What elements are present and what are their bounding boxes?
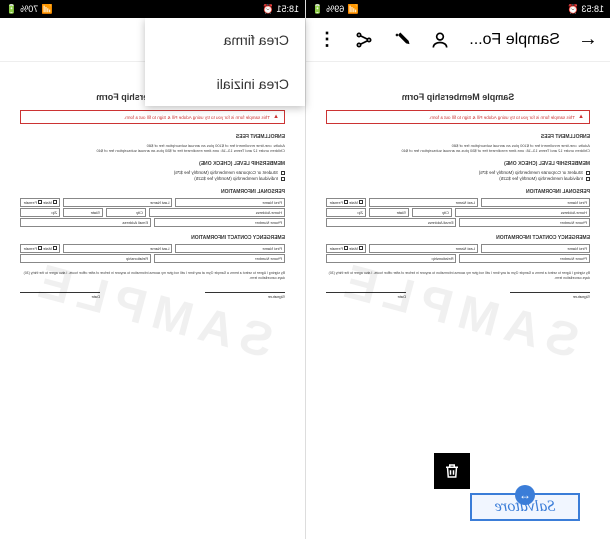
right-panel: 18:51 ⏰ 📶 70% 🔋 ← Sample Fo... Crea firm…	[0, 0, 305, 539]
date-line[interactable]: Date	[20, 292, 100, 299]
menu-create-initials[interactable]: Crea iniziali	[145, 62, 305, 106]
field-zip[interactable]: Zip	[326, 208, 366, 217]
move-handle-icon[interactable]: ↔	[515, 485, 535, 505]
field-state[interactable]: State	[369, 208, 409, 217]
more-icon[interactable]: ⋮	[318, 29, 336, 50]
level-title: MEMBERSHIP LEVEL (CHECK ONE)	[326, 161, 590, 167]
field-zip[interactable]: Zip	[20, 208, 60, 217]
field-elast[interactable]: Last Name	[369, 244, 478, 253]
delete-signature-button[interactable]	[434, 453, 470, 489]
field-ephone[interactable]: Phone Number	[154, 254, 285, 263]
app-title: Sample Fo...	[468, 31, 560, 49]
level-title: MEMBERSHIP LEVEL (CHECK ONE)	[20, 161, 285, 167]
document-viewport[interactable]: SAMPLE Sample Membership Form ▲ This sam…	[0, 62, 305, 539]
personal-title: PERSONAL INFORMATION	[326, 189, 590, 195]
fees-title: ENROLLMENT FEES	[326, 134, 590, 140]
field-last[interactable]: Last Name	[369, 198, 478, 207]
opt2: Individual membership (Monthly fee $125)	[499, 176, 583, 181]
document-page: SAMPLE Sample Membership Form ▲ This sam…	[20, 92, 285, 529]
warning-icon: ▲	[578, 114, 584, 120]
opt1: Student or Corporate membership (Monthly…	[479, 170, 583, 175]
emergency-title: EMERGENCY CONTACT INFORMATION	[326, 235, 590, 241]
field-efirst[interactable]: First Name	[176, 244, 286, 253]
field-egender[interactable]: Male Female	[326, 244, 366, 253]
battery-icon: 🔋	[312, 4, 323, 15]
opt2: Individual membership (Monthly fee $125)	[194, 176, 278, 181]
field-elast[interactable]: Last Name	[63, 244, 173, 253]
battery-icon: 🔋	[6, 4, 17, 15]
warning-icon: ▲	[273, 114, 279, 120]
date-line[interactable]: Date	[326, 292, 406, 299]
alert-text: This sample form is for you to try using…	[124, 115, 270, 120]
field-ephone[interactable]: Phone Number	[460, 254, 591, 263]
field-city[interactable]: City	[106, 208, 146, 217]
field-first[interactable]: First Name	[481, 198, 590, 207]
field-efirst[interactable]: First Name	[481, 244, 590, 253]
profile-icon[interactable]	[430, 30, 450, 50]
field-address[interactable]: Home Address	[149, 208, 285, 217]
field-first[interactable]: First Name	[176, 198, 286, 207]
fees-title: ENROLLMENT FEES	[20, 134, 285, 140]
field-relationship[interactable]: Relationship	[326, 254, 457, 263]
alert-text: This sample form is for you to try using…	[429, 115, 575, 120]
status-time: 18:53	[581, 4, 604, 14]
status-time: 18:51	[276, 4, 299, 14]
checkbox[interactable]	[281, 171, 285, 175]
status-bar: 18:53 ⏰ 📶 69% 🔋	[306, 0, 610, 18]
doc-title: Sample Membership Form	[326, 92, 590, 102]
signature-dropdown-menu: Crea firma Crea iniziali	[145, 18, 305, 106]
agreement-text: By signing I Agree to select a terms a S…	[20, 271, 285, 280]
field-egender[interactable]: Male Female	[20, 244, 60, 253]
field-state[interactable]: State	[63, 208, 103, 217]
field-phone[interactable]: Phone Number	[154, 218, 285, 227]
battery-text: 69%	[326, 4, 344, 14]
wifi-icon: 📶	[41, 4, 52, 15]
emergency-title: EMERGENCY CONTACT INFORMATION	[20, 235, 285, 241]
trash-icon	[443, 462, 461, 480]
checkbox[interactable]	[281, 177, 285, 181]
field-gender[interactable]: Male Female	[20, 198, 60, 207]
status-bar: 18:51 ⏰ 📶 70% 🔋	[0, 0, 305, 18]
field-gender[interactable]: Male Female	[326, 198, 366, 207]
signature-annotation[interactable]: ↔ Salvatore	[470, 493, 580, 521]
field-address[interactable]: Home Address	[455, 208, 590, 217]
left-panel: 18:53 ⏰ 📶 69% 🔋 ← Sample Fo... ⋮ SAMPLE …	[305, 0, 610, 539]
document-viewport[interactable]: SAMPLE Sample Membership Form ▲ This sam…	[306, 62, 610, 539]
field-phone[interactable]: Phone Number	[460, 218, 591, 227]
opt1: Student or Corporate membership (Monthly…	[174, 170, 278, 175]
checkbox[interactable]	[586, 171, 590, 175]
checkbox[interactable]	[586, 177, 590, 181]
menu-create-signature[interactable]: Crea firma	[145, 18, 305, 62]
field-email2[interactable]: Email Address	[326, 218, 457, 227]
pen-sign-icon[interactable]	[392, 30, 412, 50]
share-icon[interactable]	[354, 30, 374, 50]
wifi-icon: 📶	[347, 4, 358, 15]
back-icon[interactable]: ←	[578, 28, 598, 51]
alarm-icon: ⏰	[567, 4, 578, 15]
signature-line[interactable]: Signature	[510, 292, 590, 299]
agreement-text: By signing I Agree to select a terms a S…	[326, 271, 590, 280]
field-city[interactable]: City	[412, 208, 452, 217]
alert-box: ▲ This sample form is for you to try usi…	[326, 110, 590, 124]
alert-box: ▲ This sample form is for you to try usi…	[20, 110, 285, 124]
app-bar: ← Sample Fo... ⋮	[306, 18, 610, 62]
signature-line[interactable]: Signature	[205, 292, 285, 299]
watermark: SAMPLE	[331, 252, 585, 369]
personal-title: PERSONAL INFORMATION	[20, 189, 285, 195]
watermark: SAMPLE	[26, 252, 280, 369]
fees-text2: Children under 12 and Teens 13–18: one-t…	[326, 148, 590, 153]
field-relationship[interactable]: Relationship	[20, 254, 151, 263]
battery-text: 70%	[20, 4, 38, 14]
alarm-icon: ⏰	[262, 4, 273, 15]
fees-text2: Children under 12 and Teens 13–18: one-t…	[20, 148, 285, 153]
field-last[interactable]: Last Name	[63, 198, 173, 207]
field-email2[interactable]: Email Address	[20, 218, 151, 227]
